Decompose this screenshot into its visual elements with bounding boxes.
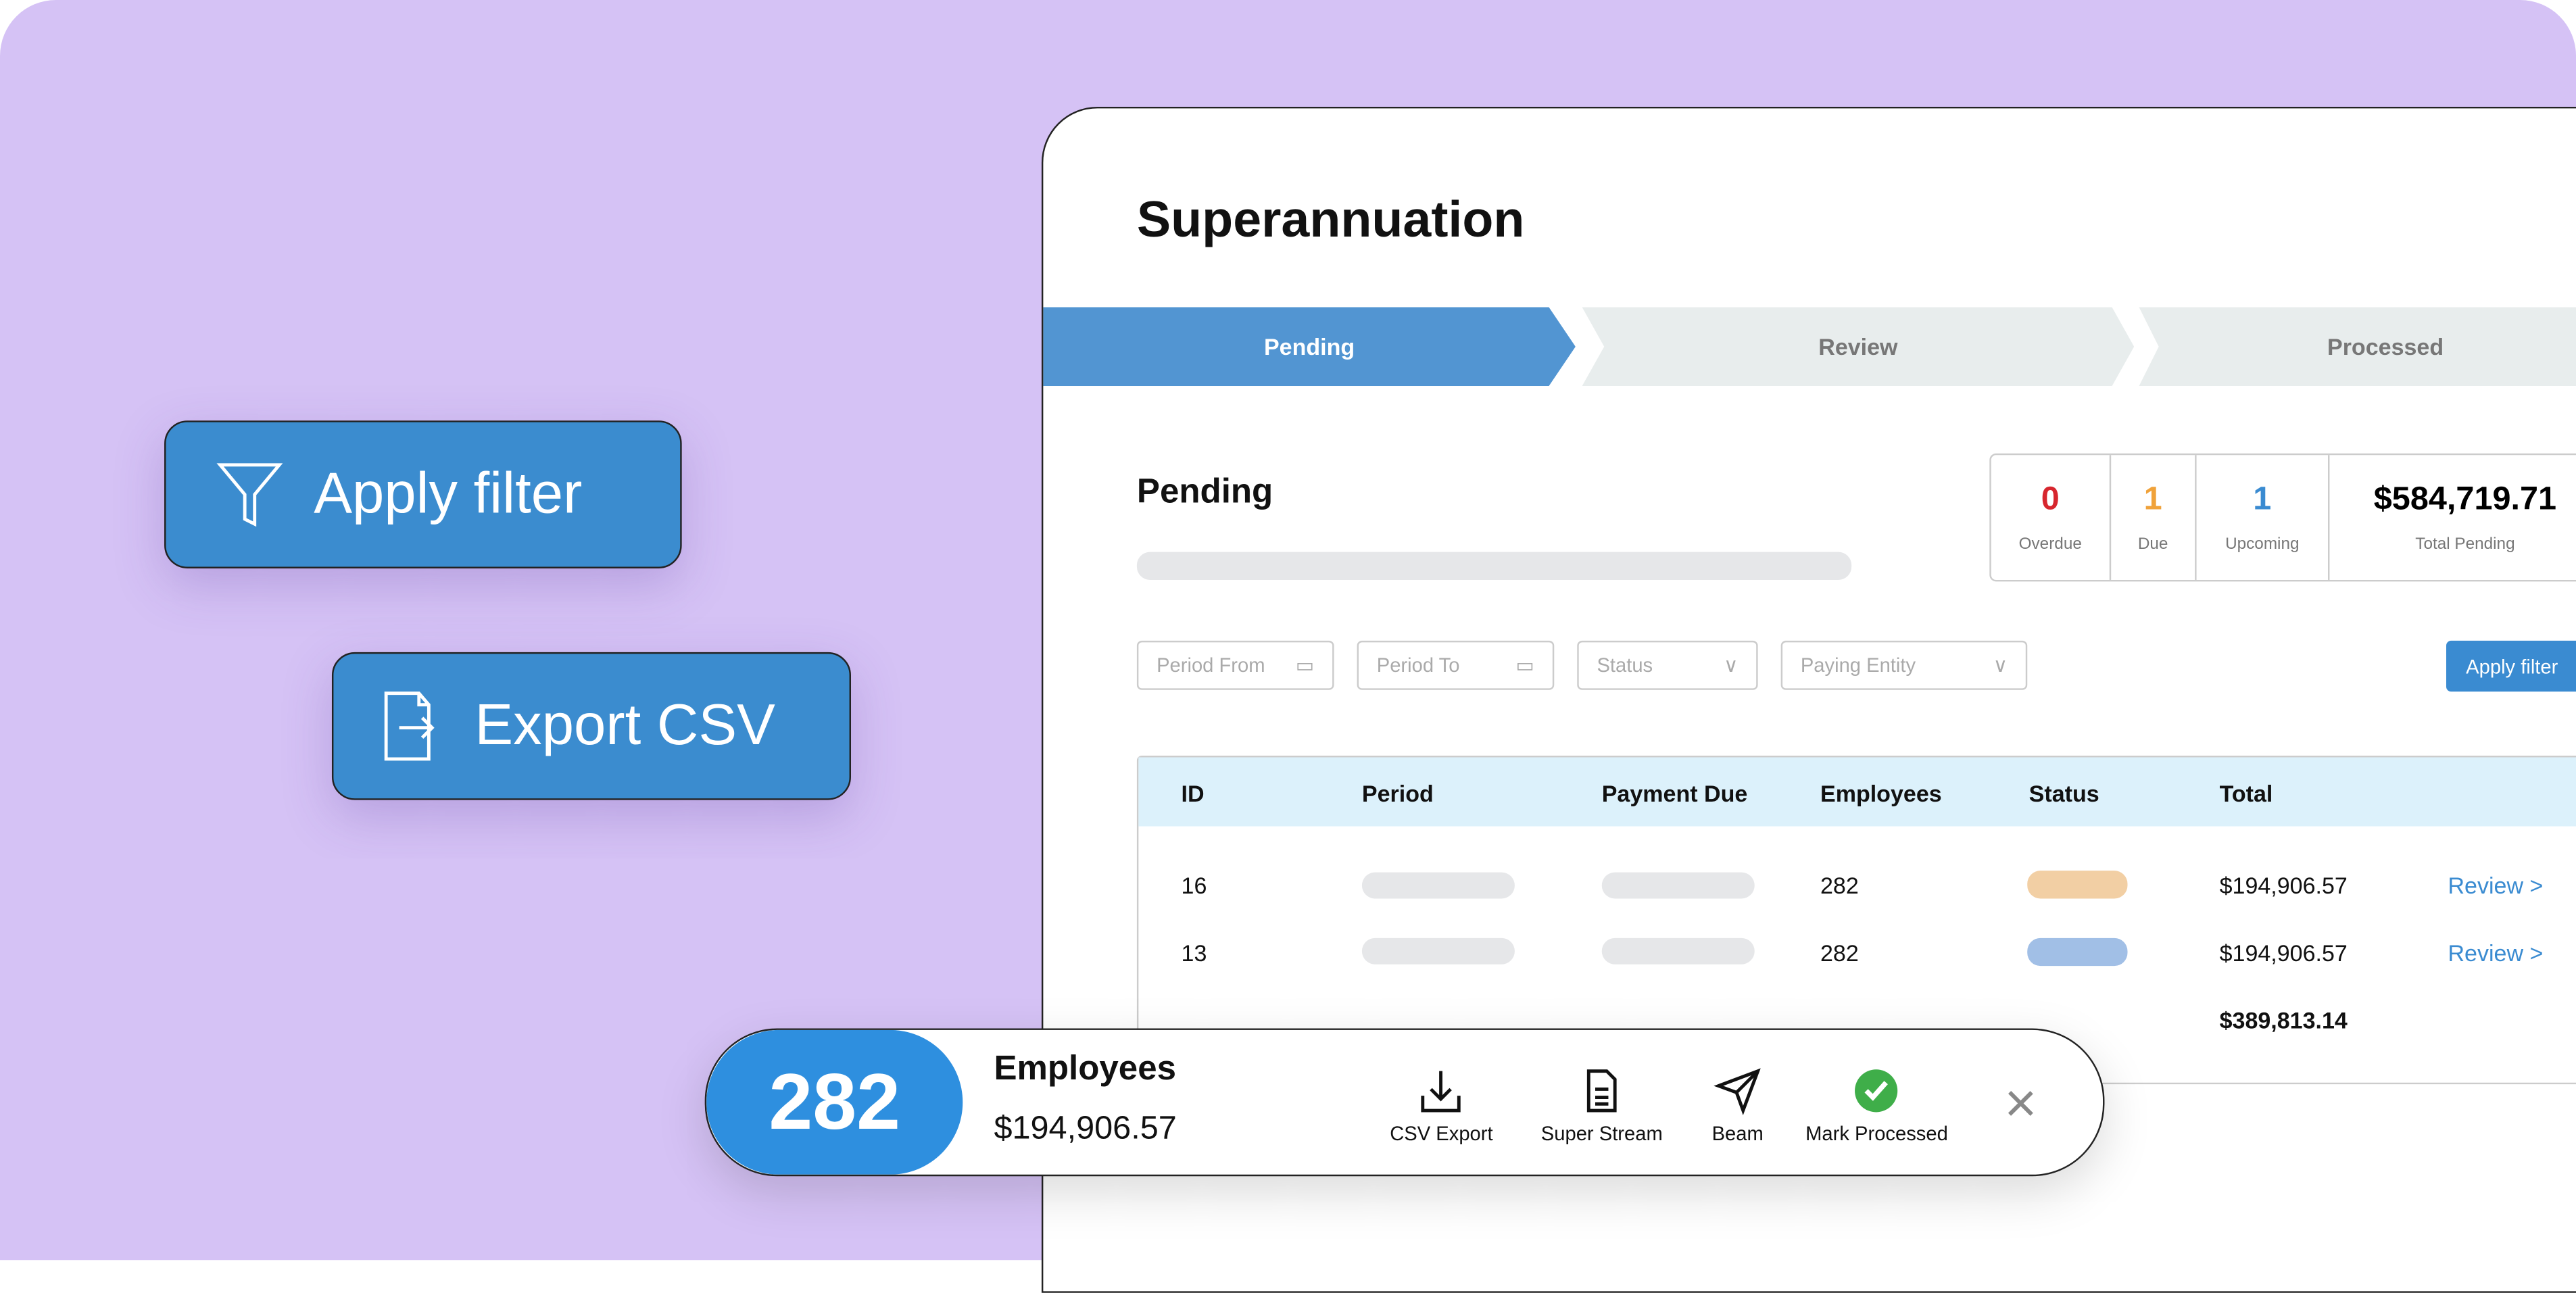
stat-label: Upcoming — [2225, 535, 2300, 554]
cell-employees: 282 — [1820, 940, 1859, 967]
header-id: ID — [1181, 780, 1205, 807]
employees-label: Employees — [994, 1050, 1176, 1088]
cell-id: 13 — [1181, 940, 1207, 967]
document-icon — [1586, 1069, 1617, 1113]
stat-value: 1 — [2253, 481, 2272, 518]
page-title: Superannuation — [1136, 190, 1525, 249]
stat-upcoming: 1 Upcoming — [2197, 455, 2330, 580]
paper-plane-icon — [1713, 1068, 1760, 1116]
table-header: ID Period Payment Due Employees Status T… — [1138, 757, 2576, 827]
close-icon[interactable]: × — [2004, 1073, 2037, 1137]
cell-total: $194,906.57 — [2219, 872, 2348, 899]
header-total: Total — [2219, 780, 2273, 807]
stat-due: 1 Due — [2111, 455, 2197, 580]
apply-filter-button[interactable]: Apply filter — [164, 420, 682, 568]
status-placeholder: Status — [1597, 654, 1653, 677]
payment-due-placeholder — [1601, 937, 1755, 965]
stat-overdue: 0 Overdue — [1991, 455, 2112, 580]
beam-button[interactable]: Beam — [1712, 1066, 1764, 1145]
selection-action-bar: 282 Employees $194,906.57 CSV Export Sup… — [704, 1028, 2105, 1177]
paying-entity-select[interactable]: Paying Entity ∨ — [1780, 640, 2028, 690]
csv-export-button[interactable]: CSV Export — [1390, 1066, 1493, 1146]
mark-processed-button[interactable]: Mark Processed — [1805, 1066, 1948, 1145]
payment-due-placeholder — [1601, 872, 1755, 899]
step-pending[interactable]: Pending — [1043, 307, 1576, 387]
cell-total: $194,906.57 — [2219, 940, 2348, 967]
header-status: Status — [2028, 780, 2099, 807]
download-icon — [1421, 1071, 1461, 1113]
cell-employees: 282 — [1820, 872, 1859, 899]
paying-entity-placeholder: Paying Entity — [1800, 654, 1916, 677]
header-employees: Employees — [1820, 780, 1942, 807]
status-pill — [2027, 937, 2128, 967]
stat-value: 0 — [2041, 481, 2060, 518]
calendar-icon: ▭ — [1515, 654, 1535, 677]
review-link[interactable]: Review > — [2448, 940, 2543, 966]
stat-value: $584,719.71 — [2373, 481, 2557, 518]
stat-label: Due — [2137, 535, 2168, 554]
period-to-input[interactable]: Period To ▭ — [1357, 640, 1555, 690]
grand-total: $389,813.14 — [2219, 1006, 2348, 1033]
funnel-icon — [216, 463, 283, 527]
employee-count: 282 — [706, 1029, 963, 1175]
stat-label: Overdue — [2018, 535, 2082, 554]
stats-summary: 0 Overdue 1 Due 1 Upcoming $584,719.71 Total… — [1989, 453, 2576, 582]
period-placeholder — [1361, 937, 1515, 965]
stat-label: Total Pending — [2415, 535, 2515, 554]
cell-id: 16 — [1181, 872, 1207, 899]
export-csv-button[interactable]: Export CSV — [331, 652, 851, 800]
review-link[interactable]: Review > — [2448, 873, 2543, 899]
stat-total-pending: $584,719.71 Total Pending — [2329, 455, 2576, 580]
step-review[interactable]: Review — [1582, 307, 2135, 387]
selected-amount: $194,906.57 — [994, 1111, 1177, 1147]
export-file-icon — [384, 691, 435, 761]
export-csv-label: Export CSV — [475, 693, 775, 758]
step-processed[interactable]: Processed — [2139, 307, 2576, 387]
beam-label: Beam — [1711, 1122, 1764, 1146]
period-to-placeholder: Period To — [1376, 654, 1460, 677]
mark-processed-label: Mark Processed — [1805, 1122, 1948, 1146]
csv-export-label: CSV Export — [1390, 1122, 1493, 1146]
period-from-placeholder: Period From — [1157, 654, 1265, 677]
header-period: Period — [1361, 780, 1434, 807]
period-from-input[interactable]: Period From ▭ — [1136, 640, 1334, 690]
super-stream-button[interactable]: Super Stream — [1541, 1066, 1663, 1145]
check-circle-icon — [1855, 1069, 1899, 1113]
apply-filter-label: Apply filter — [314, 461, 583, 526]
section-title: Pending — [1136, 472, 1273, 511]
chevron-down-icon: ∨ — [1993, 654, 2008, 677]
progress-steps: Pending Review Processed — [1043, 307, 2576, 387]
placeholder-bar — [1136, 552, 1852, 580]
calendar-icon: ▭ — [1295, 654, 1315, 677]
header-payment-due: Payment Due — [1601, 780, 1748, 807]
status-select[interactable]: Status ∨ — [1577, 640, 1758, 690]
super-stream-label: Super Stream — [1540, 1122, 1663, 1146]
period-placeholder — [1361, 872, 1515, 899]
status-pill — [2027, 871, 2128, 899]
apply-filter-small-button[interactable]: Apply filter — [2446, 640, 2576, 692]
stat-value: 1 — [2143, 481, 2162, 518]
chevron-down-icon: ∨ — [1724, 654, 1739, 677]
